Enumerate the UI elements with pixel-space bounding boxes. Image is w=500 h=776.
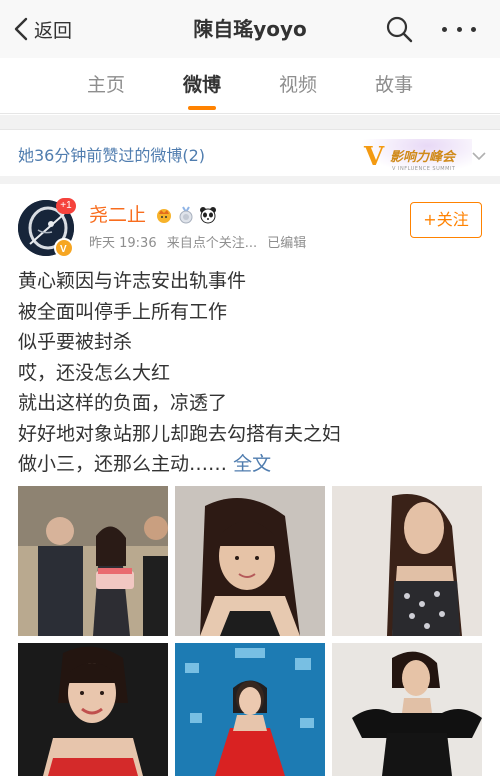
content-line: 被全面叫停手上所有工作 <box>18 300 228 323</box>
influence-summit-logo: V 影响力峰会 V INFLUENCE SUMMIT <box>360 139 472 173</box>
vip-crown-icon <box>155 206 173 224</box>
search-icon[interactable] <box>384 14 414 44</box>
back-button[interactable]: 返回 <box>14 14 72 44</box>
brand-v: V <box>364 142 385 172</box>
brand-text: 影响力峰会 <box>390 150 456 165</box>
liked-posts-link[interactable]: 她36分钟前赞过的微博(2) <box>18 145 205 167</box>
chevron-down-icon[interactable] <box>472 151 486 161</box>
photo-thumbnail-6[interactable] <box>332 643 482 776</box>
content-line: 做小三，还那么主动…… <box>18 453 228 475</box>
divider-line <box>0 129 500 130</box>
post-source[interactable]: 来自点个关注... <box>167 236 257 251</box>
content-line: 就出这样的负面，凉透了 <box>18 392 228 414</box>
photo-thumbnail-1[interactable] <box>18 486 168 636</box>
follow-button[interactable]: +关注 <box>410 202 482 238</box>
content-line: 似乎要被封杀 <box>18 331 133 353</box>
content-line: 好好地对象站那儿却跑去勾搭有夫之妇 <box>18 422 342 445</box>
content-line: 黄心颖因与许志安出轨事件 <box>18 270 247 292</box>
user-badges <box>155 204 217 226</box>
page-title: 陳自瑤yoyo <box>193 17 307 41</box>
brand-sub: V INFLUENCE SUMMIT <box>392 166 456 172</box>
weibo-post: +1 V 尧二止 昨天 19:36 来自点个关注... 已编辑 +关注 黄心颖因… <box>0 184 500 776</box>
back-label: 返回 <box>34 19 73 42</box>
content-line: 哎，还没怎么大红 <box>18 361 171 384</box>
edited-label: 已编辑 <box>267 236 307 251</box>
chevron-left-icon <box>14 17 28 41</box>
medal-icon <box>177 206 195 224</box>
post-content: 黄心颖因与许志安出轨事件 被全面叫停手上所有工作 似乎要被封杀 哎，还没怎么大红… <box>18 266 488 480</box>
notification-badge: +1 <box>56 198 76 214</box>
tab-video[interactable]: 视频 <box>268 72 328 98</box>
profile-tabs: 主页 微博 视频 故事 <box>0 58 500 114</box>
author-name[interactable]: 尧二止 <box>89 202 146 228</box>
verified-badge-icon: V <box>54 238 74 258</box>
photo-thumbnail-5[interactable] <box>175 643 325 776</box>
tab-home[interactable]: 主页 <box>76 72 136 98</box>
more-icon[interactable] <box>442 14 476 44</box>
content-last-line: 做小三，还那么主动…… 全文 <box>18 449 488 480</box>
post-time: 昨天 19:36 <box>89 236 157 251</box>
svg-text:V: V <box>60 244 67 255</box>
full-text-link[interactable]: 全文 <box>233 453 271 475</box>
photo-thumbnail-2[interactable] <box>175 486 325 636</box>
nav-bar: 返回 陳自瑤yoyo <box>0 0 500 58</box>
panda-icon <box>199 206 217 224</box>
section-divider-2 <box>0 176 500 184</box>
photo-thumbnail-3[interactable] <box>332 486 482 636</box>
tab-weibo[interactable]: 微博 <box>172 72 232 98</box>
active-tab-indicator <box>188 106 216 110</box>
section-divider <box>0 115 500 129</box>
tab-stories[interactable]: 故事 <box>364 72 424 98</box>
post-meta: 昨天 19:36 来自点个关注... 已编辑 <box>89 235 312 253</box>
liked-posts-bar: 她36分钟前赞过的微博(2) V 影响力峰会 V INFLUENCE SUMMI… <box>0 135 500 175</box>
photo-thumbnail-4[interactable] <box>18 643 168 776</box>
